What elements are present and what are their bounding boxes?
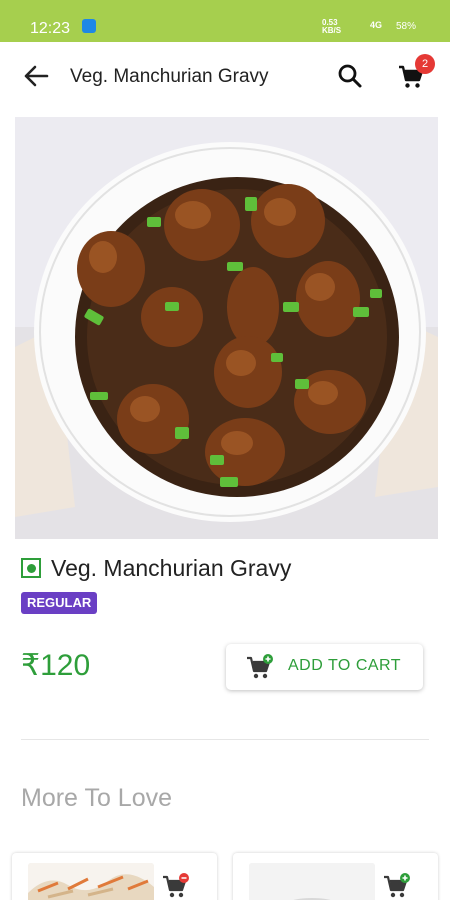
status-time: 12:23: [30, 20, 71, 37]
status-bar: 12:23 0.53 KB/S 4G 58%: [0, 0, 450, 42]
product-name: Veg. Manchurian Gravy: [51, 555, 292, 581]
cart-button[interactable]: 2: [393, 54, 435, 94]
section-divider: [21, 739, 429, 740]
page-title: Veg. Manchurian Gravy: [70, 66, 269, 87]
remove-from-cart-icon[interactable]: [162, 873, 190, 899]
veg-indicator-icon: [21, 558, 41, 578]
network-speed: 0.53 KB/S: [322, 19, 341, 35]
battery-level: 58%: [396, 21, 417, 32]
notification-app-icon: [82, 19, 96, 33]
add-to-cart-button[interactable]: ADD TO CART: [226, 644, 423, 690]
back-button[interactable]: [20, 60, 52, 92]
signal-indicator: 4G: [370, 20, 383, 30]
cart-count-badge: 2: [415, 54, 435, 74]
add-to-cart-icon: [247, 654, 273, 679]
product-image: [15, 117, 438, 539]
search-icon: [338, 64, 362, 88]
add-to-cart-label: ADD TO CART: [288, 657, 402, 674]
product-price: ₹120: [21, 649, 91, 682]
variant-badge: REGULAR: [21, 592, 98, 614]
more-to-love-heading: More To Love: [21, 784, 173, 812]
add-to-cart-icon[interactable]: [383, 873, 411, 899]
network-speed-unit: KB/S: [322, 26, 342, 35]
recommendation-card[interactable]: [233, 853, 438, 900]
recommendation-card[interactable]: [12, 853, 217, 900]
search-button[interactable]: [334, 60, 366, 92]
top-app-bar: Veg. Manchurian Gravy 2: [0, 42, 450, 112]
recommendation-image: [28, 863, 154, 900]
back-arrow-icon: [24, 65, 49, 87]
recommendation-image: [249, 863, 375, 900]
